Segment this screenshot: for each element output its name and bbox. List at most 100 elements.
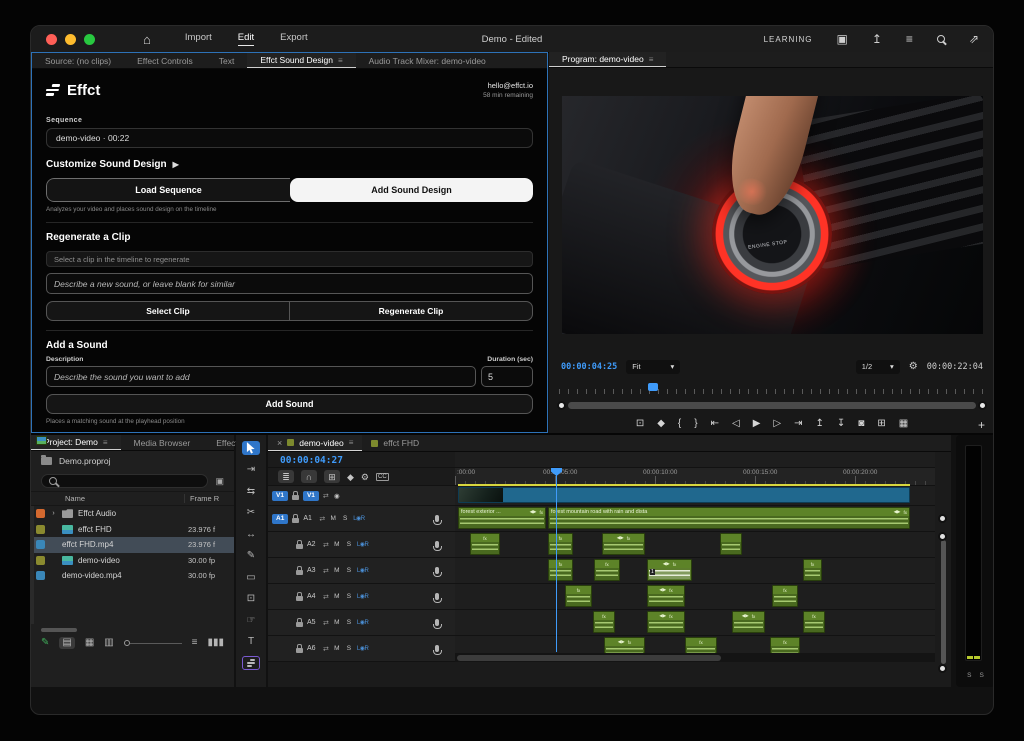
program-playhead[interactable] bbox=[648, 383, 658, 391]
menu-item-export[interactable]: Export bbox=[280, 32, 307, 46]
step-forward-icon[interactable]: ▷ bbox=[773, 419, 781, 429]
minimize-window-button[interactable] bbox=[65, 34, 76, 45]
pen-tool[interactable]: ✎ bbox=[242, 549, 260, 563]
frame-tool[interactable]: ⊡ bbox=[242, 592, 260, 606]
audio-clip[interactable] bbox=[720, 533, 742, 555]
learning-button[interactable]: LEARNING bbox=[764, 35, 813, 44]
mark-in-icon[interactable]: { bbox=[678, 419, 681, 429]
mute-button[interactable]: M bbox=[333, 567, 341, 574]
freeform-view-icon[interactable]: ▥ bbox=[104, 637, 113, 649]
button-editor-plus[interactable]: + bbox=[978, 418, 985, 432]
solo-button[interactable]: S bbox=[345, 567, 353, 574]
target-track-chip[interactable]: V1 bbox=[303, 491, 319, 501]
sync-lock-icon[interactable]: ⇄ bbox=[323, 541, 329, 549]
lock-icon[interactable] bbox=[296, 596, 303, 601]
edit-pen-icon[interactable]: ✎ bbox=[41, 637, 49, 649]
video-clip[interactable] bbox=[458, 487, 910, 503]
export-frame-icon[interactable]: ◙ bbox=[858, 419, 864, 429]
audio-clip[interactable]: fx bbox=[593, 611, 615, 633]
customize-section-header[interactable]: Customize Sound Design▶ bbox=[46, 159, 533, 170]
lock-icon[interactable] bbox=[296, 544, 303, 549]
play-icon[interactable]: ▶ bbox=[753, 419, 761, 429]
sync-lock-icon[interactable]: ⇄ bbox=[323, 619, 329, 627]
program-monitor-tab[interactable]: Program: demo-video≡ bbox=[549, 52, 666, 67]
maximize-window-button[interactable] bbox=[84, 34, 95, 45]
audio-clip[interactable]: ◀▶fx1 bbox=[647, 559, 692, 581]
project-bin-row[interactable]: Demo.proproj bbox=[31, 451, 234, 471]
project-item-row[interactable]: effct FHD.mp423.976 f bbox=[34, 537, 234, 553]
extract-icon[interactable]: ↧ bbox=[837, 419, 845, 429]
panel-menu-icon[interactable]: ≡ bbox=[349, 438, 354, 447]
panel-tab[interactable]: Audio Track Mixer: demo-video bbox=[356, 53, 499, 68]
audio-clip[interactable]: ◀▶fx bbox=[647, 611, 685, 633]
sync-lock-icon[interactable]: ⇄ bbox=[323, 593, 329, 601]
solo-left-button[interactable]: S bbox=[967, 672, 971, 679]
pan-control[interactable]: L◉R bbox=[357, 619, 368, 626]
go-to-out-icon[interactable]: ⇥ bbox=[794, 419, 802, 429]
panel-tab[interactable]: Effct Sound Design≡ bbox=[247, 53, 355, 68]
duration-input[interactable] bbox=[481, 366, 533, 387]
sync-lock-icon[interactable]: ⇄ bbox=[323, 567, 329, 575]
close-window-button[interactable] bbox=[46, 34, 57, 45]
voiceover-record-icon[interactable] bbox=[435, 567, 439, 574]
solo-button[interactable]: S bbox=[345, 541, 353, 548]
panel-menu-icon[interactable]: ≡ bbox=[103, 438, 108, 447]
share-icon[interactable]: ↥ bbox=[872, 33, 882, 45]
settings-wrench-icon[interactable]: ⚙ bbox=[909, 361, 918, 372]
pan-control[interactable]: L◉R bbox=[357, 645, 368, 652]
lock-icon[interactable] bbox=[292, 518, 299, 523]
timeline-ruler[interactable]: :00:0000:00:05:0000:00:10:0000:00:15:000… bbox=[455, 468, 935, 486]
solo-right-button[interactable]: S bbox=[980, 672, 984, 679]
zoom-slider[interactable] bbox=[124, 640, 182, 646]
program-timecode[interactable]: 00:00:04:25 bbox=[561, 362, 617, 372]
audio-clip[interactable]: fx bbox=[772, 585, 798, 607]
audio-clip[interactable]: fx bbox=[548, 533, 573, 555]
source-track-chip[interactable]: A1 bbox=[272, 514, 288, 524]
audio-clip[interactable]: fx bbox=[803, 559, 822, 581]
regenerate-clip-button[interactable]: Regenerate Clip bbox=[290, 302, 532, 320]
snap-icon[interactable]: ∩ bbox=[301, 470, 317, 483]
program-scrollbar[interactable] bbox=[557, 401, 987, 410]
sort-icon[interactable]: ≡ bbox=[192, 637, 198, 649]
project-item-row[interactable]: demo-video30.00 fp bbox=[34, 553, 234, 569]
search-icon[interactable] bbox=[937, 33, 945, 45]
clip-selection-field[interactable]: Select a clip in the timeline to regener… bbox=[46, 251, 533, 267]
audio-clip[interactable]: ◀▶fx bbox=[732, 611, 765, 633]
audio-clip[interactable]: fx bbox=[470, 533, 500, 555]
icon-view-icon[interactable]: ▦ bbox=[85, 637, 94, 649]
panel-menu-icon[interactable]: ≡ bbox=[649, 55, 654, 64]
hamburger-menu-icon[interactable]: ≡ bbox=[906, 33, 913, 45]
sound-description-input[interactable] bbox=[46, 366, 476, 387]
project-search-input[interactable] bbox=[41, 474, 208, 488]
source-track-chip[interactable]: V1 bbox=[272, 491, 288, 501]
voiceover-record-icon[interactable] bbox=[435, 541, 439, 548]
sync-lock-icon[interactable]: ⇄ bbox=[323, 645, 329, 653]
add-sound-button[interactable]: Add Sound bbox=[46, 394, 533, 414]
ripple-edit-tool[interactable]: ⇆ bbox=[242, 484, 260, 498]
pan-control[interactable]: L◉R bbox=[357, 567, 368, 574]
voiceover-record-icon[interactable] bbox=[435, 619, 439, 626]
audio-clip[interactable]: fx bbox=[803, 611, 825, 633]
panel-tab[interactable]: Source: (no clips) bbox=[32, 53, 124, 68]
mute-button[interactable]: M bbox=[333, 541, 341, 548]
pan-control[interactable]: L◉R bbox=[357, 593, 368, 600]
audio-clip[interactable]: ◀▶fx bbox=[647, 585, 685, 607]
panel-menu-icon[interactable]: ≡ bbox=[338, 56, 343, 65]
audio-clip[interactable]: fx bbox=[565, 585, 592, 607]
project-item-row[interactable]: effct FHD23.976 f bbox=[34, 522, 234, 538]
go-to-in-icon[interactable]: ⇤ bbox=[711, 419, 719, 429]
select-clip-button[interactable]: Select Clip bbox=[47, 302, 290, 320]
compare-icon[interactable]: ⊞ bbox=[877, 419, 885, 429]
comparison-view-icon[interactable]: ⊡ bbox=[636, 419, 644, 429]
label-color-chip[interactable] bbox=[36, 509, 45, 518]
selection-tool[interactable] bbox=[242, 441, 260, 455]
load-sequence-button[interactable]: Load Sequence bbox=[46, 178, 290, 202]
sequence-select[interactable]: demo-video · 00:22 bbox=[46, 128, 533, 148]
column-frame-rate[interactable]: Frame R bbox=[184, 494, 234, 503]
add-marker-icon[interactable]: ◆ bbox=[347, 472, 354, 482]
playhead-options-icon[interactable]: ≣ bbox=[278, 470, 294, 483]
mute-button[interactable]: M bbox=[329, 515, 337, 522]
workspace-icon[interactable]: ▣ bbox=[837, 33, 848, 45]
pan-control[interactable]: L◉R bbox=[353, 515, 364, 522]
rectangle-tool[interactable]: ▭ bbox=[242, 570, 260, 584]
